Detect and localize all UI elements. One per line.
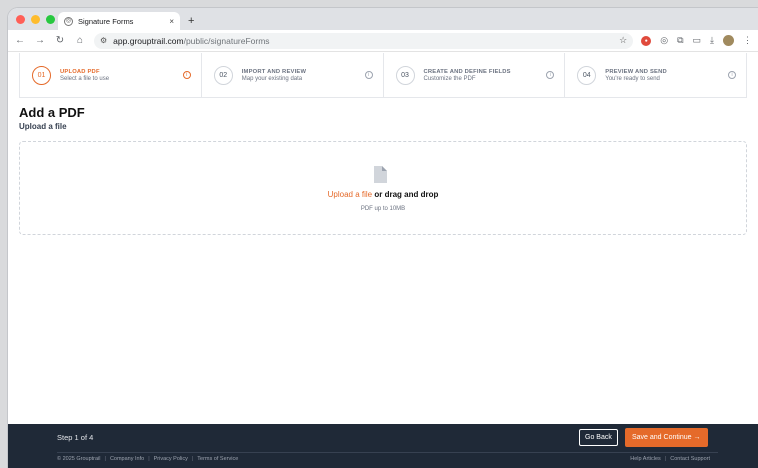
step-subtitle: Customize the PDF [423,75,476,82]
footer-help-links: Help Articles | Contact Support [630,456,710,462]
url-input[interactable]: ⚙ app.grouptrail.com/public/signatureFor… [94,32,634,49]
company-info-link[interactable]: Company Info [110,456,144,462]
help-articles-link[interactable]: Help Articles [630,456,661,462]
step-number: 04 [577,65,597,85]
browser-window: ◎ Signature Forms × + ← → ↻ ⌂ ⚙ app.grou… [8,8,758,468]
step-import-review[interactable]: 02 IMPORT AND REVIEW Map your existing d… [200,53,383,97]
tab-strip: ◎ Signature Forms × + [8,8,758,30]
separator: | [664,456,667,462]
step-title: CREATE AND DEFINE FIELDS [423,68,511,75]
page-title: Add a PDF [19,105,85,120]
separator: | [191,456,194,462]
site-settings-icon[interactable]: ⚙ [100,36,107,45]
step-title: PREVIEW AND SEND [605,68,667,75]
menu-kebab-icon[interactable]: ⋮ [743,35,752,46]
drag-drop-text: or drag and drop [372,190,439,199]
step-create-fields[interactable]: 03 CREATE AND DEFINE FIELDS Customize th… [382,53,565,97]
info-icon[interactable]: i [182,71,191,79]
home-icon[interactable]: ⌂ [74,35,86,46]
step-upload-pdf[interactable]: 01 UPLOAD PDF Select a file to use i [20,53,201,97]
side-panel-icon[interactable]: ▭ [693,35,702,46]
footer-bar: Step 1 of 4 Go Back Save and Continue → … [8,424,758,468]
info-icon[interactable]: i [728,71,736,79]
save-continue-button[interactable]: Save and Continue → [625,428,708,447]
step-preview-send[interactable]: 04 PREVIEW AND SEND You're ready to send… [564,53,746,97]
step-subtitle: Select a file to use [60,75,110,82]
minimize-window-button[interactable] [31,15,40,24]
extensions-area: ● ◎ ⧉ ▭ ⤓ ⋮ [641,35,752,46]
file-dropzone[interactable]: Upload a file or drag and drop PDF up to… [19,141,747,235]
bookmark-star-icon[interactable]: ☆ [619,35,627,46]
maximize-window-button[interactable] [46,15,55,24]
progress-stepper: 01 UPLOAD PDF Select a file to use i 02 … [19,53,747,98]
new-tab-button[interactable]: + [188,15,194,27]
profile-avatar[interactable] [723,35,734,46]
back-arrow-icon[interactable]: ← [14,35,26,46]
separator: | [148,456,150,462]
address-bar: ← → ↻ ⌂ ⚙ app.grouptrail.com/public/sign… [8,30,758,52]
footer-divider [57,452,718,453]
window-controls [16,15,55,24]
step-number: 02 [213,65,233,85]
page-subtitle: Upload a file [19,122,67,131]
browser-tab[interactable]: ◎ Signature Forms × [58,12,180,30]
file-size-hint: PDF up to 10MB [360,206,406,212]
step-counter: Step 1 of 4 [57,433,94,442]
go-back-button[interactable]: Go Back [579,429,618,446]
step-subtitle: You're ready to send [605,75,660,82]
terms-link[interactable]: Terms of Service [197,456,238,462]
upload-file-link[interactable]: Upload a file [328,190,372,199]
document-icon [374,166,387,183]
forward-arrow-icon[interactable]: → [34,35,46,46]
step-title: UPLOAD PDF [60,68,100,75]
copyright-text: © 2025 Grouptrail [57,456,101,462]
step-subtitle: Map your existing data [241,75,303,82]
close-window-button[interactable] [16,15,25,24]
tab-title: Signature Forms [78,16,134,26]
reload-icon[interactable]: ↻ [54,35,66,46]
url-host: app.grouptrail.com [113,35,184,46]
download-icon[interactable]: ⤓ [710,35,714,46]
extension-badge-icon[interactable]: ● [641,35,652,46]
info-icon[interactable]: i [546,71,555,79]
extension-icon[interactable]: ◎ [660,35,668,46]
globe-icon: ◎ [64,16,73,26]
privacy-policy-link[interactable]: Privacy Policy [154,456,188,462]
tab-close-icon[interactable]: × [169,17,174,26]
footer-legal-links: © 2025 Grouptrail | Company Info | Priva… [57,456,238,462]
dropzone-instructions: Upload a file or drag and drop [20,190,746,199]
step-number: 03 [395,65,415,85]
step-number: 01 [32,65,51,85]
puzzle-icon[interactable]: ⧉ [677,35,683,46]
contact-support-link[interactable]: Contact Support [670,456,710,462]
url-path: /public/signatureForms [183,35,270,46]
separator: | [104,456,106,462]
info-icon[interactable]: i [364,71,373,79]
step-title: IMPORT AND REVIEW [241,68,307,75]
